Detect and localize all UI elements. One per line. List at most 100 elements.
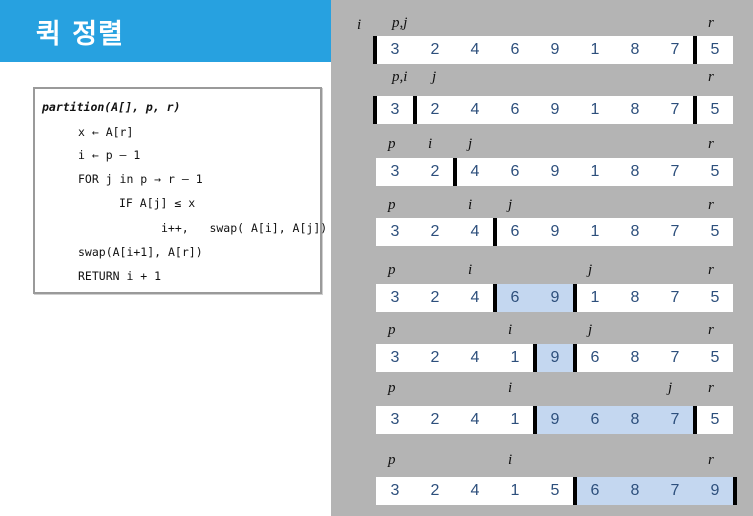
array-cell: 5 bbox=[710, 101, 720, 118]
array-cell: 6 bbox=[590, 349, 600, 366]
array-cell: 8 bbox=[630, 349, 640, 366]
array-cell: 4 bbox=[470, 411, 480, 428]
array-cell: 4 bbox=[470, 101, 480, 118]
array-cell: 3 bbox=[390, 41, 400, 58]
array-cell: 5 bbox=[710, 411, 720, 428]
pointer-label: i bbox=[508, 322, 513, 338]
array-cell: 1 bbox=[590, 289, 600, 306]
array-cell: 8 bbox=[615, 406, 655, 434]
array-cell: 8 bbox=[630, 163, 640, 180]
partition-divider bbox=[693, 96, 697, 124]
array-cell: 4 bbox=[470, 289, 480, 306]
array-cell: 2 bbox=[430, 101, 440, 118]
partition-divider bbox=[573, 477, 577, 505]
page-title: 퀵 정렬 bbox=[36, 19, 124, 50]
array-cell: 2 bbox=[430, 41, 440, 58]
array-cell: 8 bbox=[630, 289, 640, 306]
array-cell: 3 bbox=[390, 223, 400, 240]
pointer-label: j bbox=[508, 197, 513, 213]
array-cell: 7 bbox=[655, 477, 695, 505]
pointer-label: j bbox=[432, 69, 437, 85]
array-cell: 1 bbox=[590, 101, 600, 118]
partition-divider bbox=[413, 96, 417, 124]
pointer-label: i bbox=[508, 452, 513, 468]
array-cell: 8 bbox=[615, 477, 655, 505]
array-cell: 1 bbox=[510, 482, 520, 499]
array-cell: 1 bbox=[590, 163, 600, 180]
partition-divider bbox=[373, 96, 377, 124]
pointer-label: r bbox=[708, 380, 714, 396]
partition-divider bbox=[493, 218, 497, 246]
array-cell: 5 bbox=[710, 349, 720, 366]
array-cell: 7 bbox=[670, 223, 680, 240]
array-cell: 2 bbox=[430, 223, 440, 240]
pointer-label: i bbox=[468, 262, 473, 278]
pseudocode-box: partition(A[], p, r) x ← A[r] i ← p – 1 … bbox=[33, 87, 327, 294]
array-cell: 2 bbox=[430, 163, 440, 180]
title-bar: 퀵 정렬 bbox=[0, 0, 331, 62]
pointer-label: j bbox=[588, 322, 593, 338]
partition-divider bbox=[453, 158, 457, 186]
pointer-label: p bbox=[388, 322, 396, 338]
partition-divider bbox=[493, 284, 497, 312]
array-cell: 9 bbox=[535, 406, 575, 434]
array-cell: 9 bbox=[695, 477, 735, 505]
pointer-label: p,j bbox=[392, 15, 408, 31]
array-cell: 7 bbox=[670, 101, 680, 118]
pointer-label: r bbox=[708, 69, 714, 85]
pointer-label: p bbox=[388, 452, 396, 468]
array-cell: 9 bbox=[550, 41, 560, 58]
pointer-label: r bbox=[708, 136, 714, 152]
array-cell: 6 bbox=[510, 101, 520, 118]
array-cell: 1 bbox=[510, 349, 520, 366]
array-cell: 6 bbox=[510, 223, 520, 240]
array-cell: 9 bbox=[550, 163, 560, 180]
array-cell: 4 bbox=[470, 163, 480, 180]
pointer-label: r bbox=[708, 452, 714, 468]
code-line: i++, swap( A[i], A[j]) bbox=[161, 221, 328, 235]
array-cell: 8 bbox=[630, 41, 640, 58]
partition-divider bbox=[693, 406, 697, 434]
array-cell: 2 bbox=[430, 482, 440, 499]
array-cell: 1 bbox=[590, 223, 600, 240]
pointer-label: p bbox=[388, 136, 396, 152]
array-cell: 3 bbox=[390, 482, 400, 499]
code-line: IF A[j] ≤ x bbox=[119, 196, 196, 210]
code-line: swap(A[i+1], A[r]) bbox=[78, 245, 203, 259]
pointer-label: r bbox=[708, 197, 714, 213]
pointer-label: j bbox=[468, 136, 473, 152]
pointer-label: p,i bbox=[392, 69, 408, 85]
array-cell: 4 bbox=[470, 41, 480, 58]
array-cell: 3 bbox=[390, 101, 400, 118]
array-cell: 5 bbox=[710, 289, 720, 306]
array-cell: 5 bbox=[710, 223, 720, 240]
code-line: FOR j in p → r – 1 bbox=[78, 172, 203, 186]
array-cell: 9 bbox=[535, 344, 575, 372]
array-cell: 4 bbox=[470, 223, 480, 240]
array-cell: 5 bbox=[710, 163, 720, 180]
code-line: RETURN i + 1 bbox=[78, 269, 162, 283]
array-cell: 3 bbox=[390, 349, 400, 366]
partition-divider bbox=[373, 36, 377, 64]
array-cell: 8 bbox=[630, 101, 640, 118]
pointer-label: r bbox=[708, 262, 714, 278]
array-cell: 1 bbox=[590, 41, 600, 58]
partition-divider bbox=[733, 477, 737, 505]
code-line: i ← p – 1 bbox=[78, 148, 141, 162]
array-cell: 3 bbox=[390, 289, 400, 306]
array-cell: 9 bbox=[550, 223, 560, 240]
array-cell: 2 bbox=[430, 289, 440, 306]
array-cell: 7 bbox=[670, 349, 680, 366]
array-cell: 3 bbox=[390, 411, 400, 428]
array-cell: 3 bbox=[390, 163, 400, 180]
array-cell: 7 bbox=[670, 163, 680, 180]
array-cell: 6 bbox=[510, 163, 520, 180]
partition-divider bbox=[573, 284, 577, 312]
array-cell: 7 bbox=[655, 406, 695, 434]
array-cell: 2 bbox=[430, 349, 440, 366]
pointer-label: p bbox=[388, 197, 396, 213]
array-cell: 1 bbox=[510, 411, 520, 428]
partition-divider bbox=[573, 344, 577, 372]
partition-divider bbox=[533, 406, 537, 434]
array-cell: 2 bbox=[430, 411, 440, 428]
